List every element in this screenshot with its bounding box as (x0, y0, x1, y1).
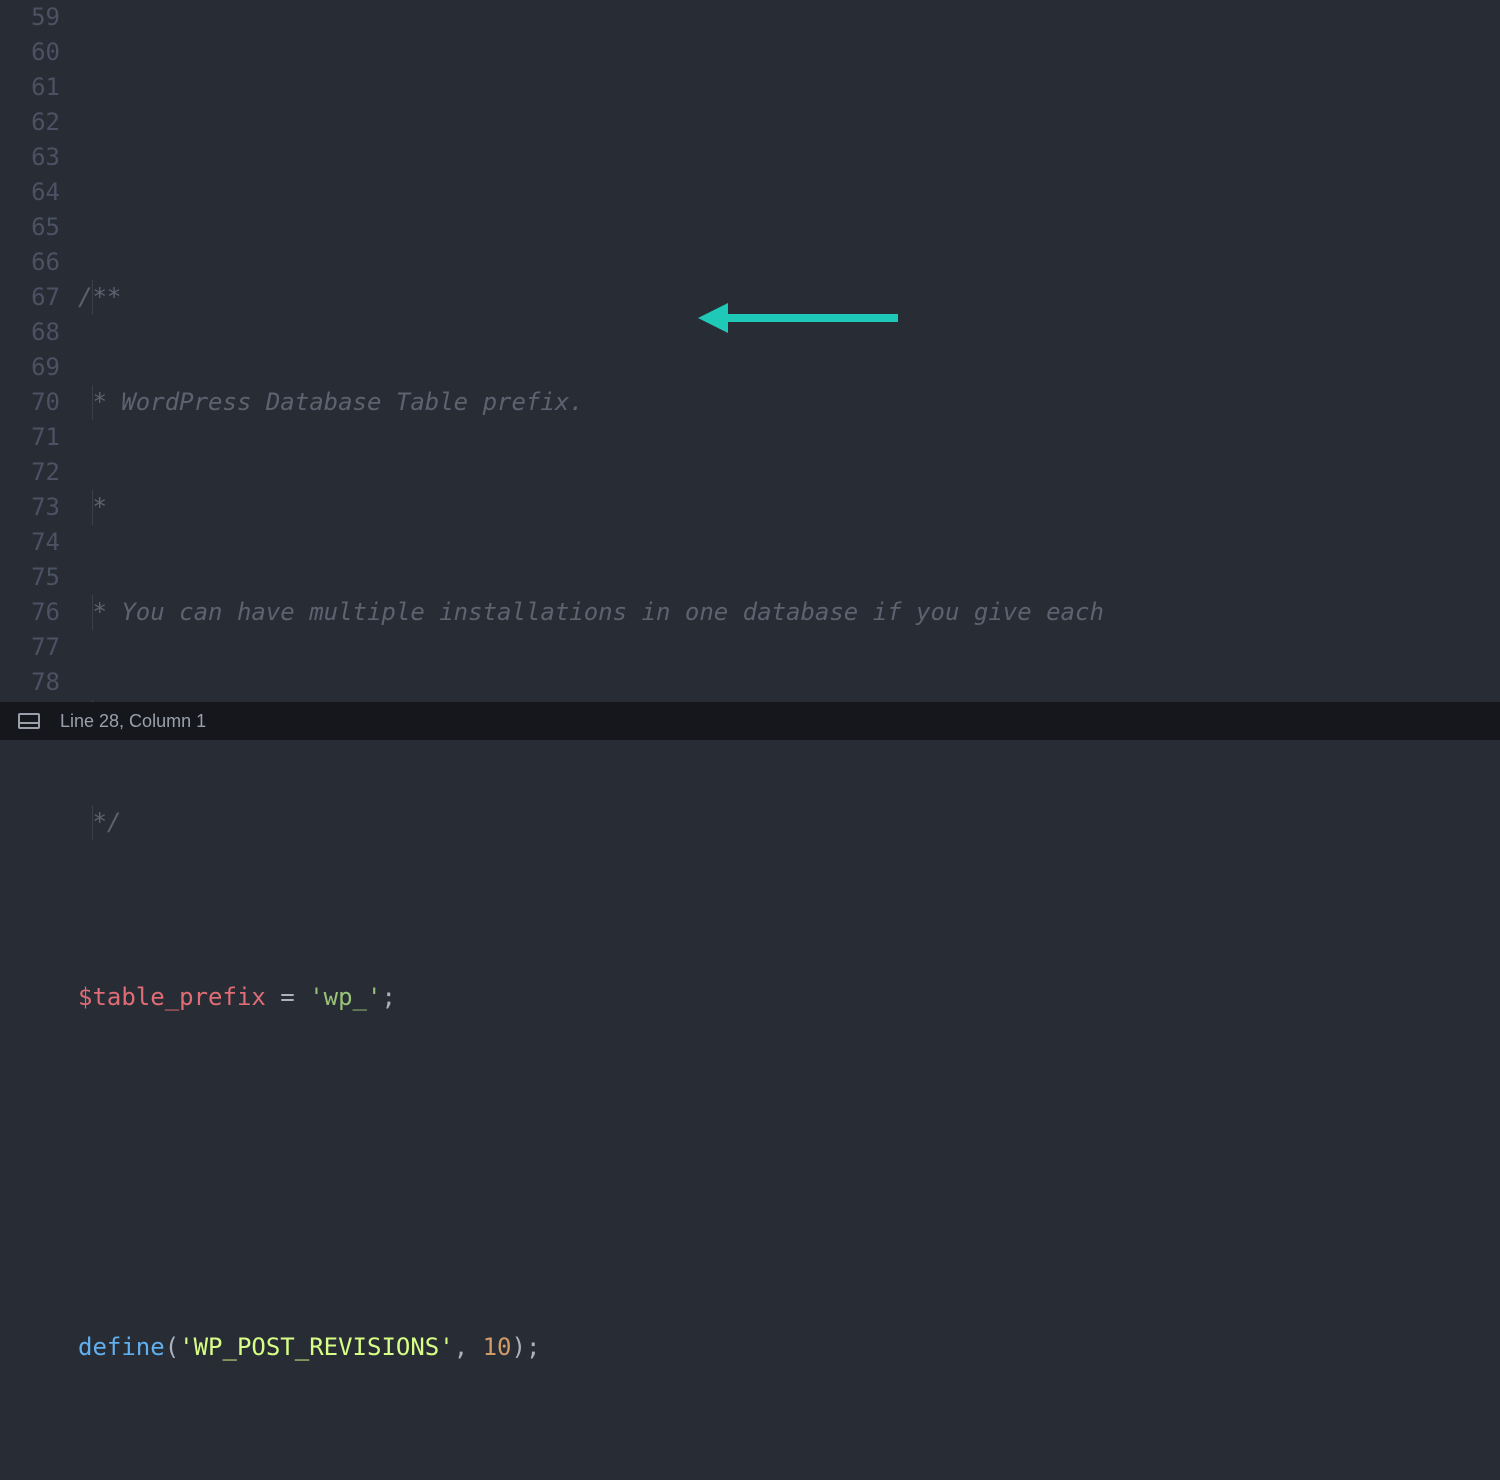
code-line[interactable]: */ (78, 805, 1500, 840)
line-number-gutter: 59 60 61 62 63 64 65 66 67 68 69 70 71 7… (0, 0, 78, 700)
code-editor[interactable]: 59 60 61 62 63 64 65 66 67 68 69 70 71 7… (0, 0, 1500, 700)
line-number: 78 (0, 665, 60, 700)
token-string: 'wp_' (309, 983, 381, 1011)
code-area[interactable]: /** * WordPress Database Table prefix. *… (78, 0, 1500, 700)
token-string: 'WP_POST_REVISIONS' (179, 1333, 454, 1361)
token-function: define (78, 1333, 165, 1361)
token-punct: ( (165, 1333, 179, 1361)
line-number: 76 (0, 595, 60, 630)
line-number: 63 (0, 140, 60, 175)
line-number: 65 (0, 210, 60, 245)
line-number: 77 (0, 630, 60, 665)
line-number: 73 (0, 490, 60, 525)
line-number: 64 (0, 175, 60, 210)
token-punct: , (454, 1333, 483, 1361)
line-number: 68 (0, 315, 60, 350)
token-comment: * You can have multiple installations in… (78, 598, 1104, 626)
code-line[interactable]: * WordPress Database Table prefix. (78, 385, 1500, 420)
line-number: 61 (0, 70, 60, 105)
token-variable: $table_prefix (78, 983, 266, 1011)
status-bar[interactable]: Line 28, Column 1 (0, 702, 1500, 740)
token-operator: = (266, 983, 309, 1011)
line-number: 72 (0, 455, 60, 490)
line-number: 59 (0, 0, 60, 35)
code-line[interactable]: * You can have multiple installations in… (78, 595, 1500, 630)
panel-toggle-icon[interactable] (18, 713, 40, 729)
line-number: 67 (0, 280, 60, 315)
cursor-position: Line 28, Column 1 (60, 704, 206, 739)
line-number: 62 (0, 105, 60, 140)
token-comment: * WordPress Database Table prefix. (78, 388, 584, 416)
line-number: 66 (0, 245, 60, 280)
line-number: 60 (0, 35, 60, 70)
token-comment: /** (78, 283, 121, 311)
code-line[interactable] (78, 1155, 1500, 1190)
token-comment: */ (78, 808, 121, 836)
code-line[interactable]: /** (78, 280, 1500, 315)
token-number: 10 (483, 1333, 512, 1361)
token-punct: ; (381, 983, 395, 1011)
line-number: 74 (0, 525, 60, 560)
line-number: 75 (0, 560, 60, 595)
line-number: 69 (0, 350, 60, 385)
code-line[interactable]: * (78, 490, 1500, 525)
code-line[interactable]: define('WP_POST_REVISIONS', 10); (78, 1330, 1500, 1365)
token-punct: ); (512, 1333, 541, 1361)
code-line[interactable] (78, 105, 1500, 140)
code-line[interactable]: $table_prefix = 'wp_'; (78, 980, 1500, 1015)
line-number: 71 (0, 420, 60, 455)
line-number: 70 (0, 385, 60, 420)
